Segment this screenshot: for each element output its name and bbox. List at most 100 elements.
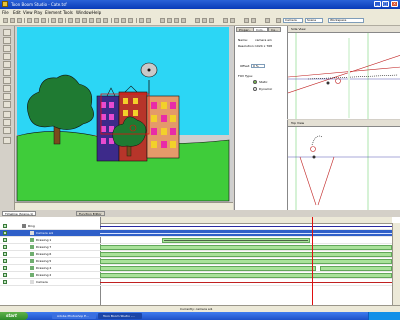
text-tool-icon[interactable] (3, 69, 11, 76)
menu-play[interactable]: Play (34, 10, 42, 15)
menu-window[interactable]: Window (76, 10, 92, 15)
visibility-checkbox[interactable] (3, 280, 7, 284)
safe-area-icon[interactable] (230, 18, 235, 23)
menu-file[interactable]: File (2, 10, 9, 15)
exposure-row-drawing-7[interactable] (100, 244, 392, 251)
visibility-checkbox[interactable] (3, 238, 7, 242)
layer-row[interactable]: Camera (0, 279, 100, 286)
scene-dropdown[interactable]: Scene (305, 18, 323, 23)
hand-tool-icon[interactable] (3, 93, 11, 100)
layer-row[interactable]: Drawing 5 (0, 258, 100, 265)
layer-row[interactable]: Drawing 1 (0, 237, 100, 244)
exposure-row-drawing-5[interactable] (100, 258, 392, 265)
drawing-exposure-block[interactable] (100, 273, 392, 278)
scene-planning-mode-icon[interactable] (146, 18, 151, 23)
sound-icon[interactable] (128, 18, 133, 23)
camera-view-icon[interactable] (160, 18, 165, 23)
layer-row[interactable]: Drawing 2 (0, 272, 100, 279)
new-file-icon[interactable] (3, 18, 8, 23)
tab-colors[interactable]: Colo... (253, 27, 269, 32)
rotate-view-icon[interactable] (244, 18, 249, 23)
exposure-row-camera-selected[interactable] (100, 230, 392, 237)
paint-bucket-icon[interactable] (3, 77, 11, 84)
top-view-icon[interactable] (167, 18, 172, 23)
exposure-row-drawing-1[interactable] (100, 237, 392, 244)
tab-camera[interactable]: Ca... (268, 27, 281, 32)
loop-icon[interactable] (103, 18, 108, 23)
redo-icon[interactable] (58, 18, 63, 23)
undo-icon[interactable] (51, 18, 56, 23)
light-table-icon[interactable] (121, 18, 126, 23)
paste-icon[interactable] (41, 18, 46, 23)
play-icon[interactable] (82, 18, 87, 23)
drawing-mode-icon[interactable] (139, 18, 144, 23)
exposure-row-drawing-6[interactable] (100, 251, 392, 258)
visibility-checkbox[interactable] (3, 231, 7, 235)
copy-icon[interactable] (34, 18, 39, 23)
menu-help[interactable]: Help (92, 10, 101, 15)
select-tool-icon[interactable] (3, 29, 11, 36)
pan-view-icon[interactable] (251, 18, 256, 23)
start-button[interactable]: start (0, 312, 28, 320)
color-swatch-icon[interactable] (3, 137, 11, 144)
tab-timeline[interactable]: Timeline (Scene-1) (2, 211, 37, 216)
fov-static-radio[interactable] (253, 80, 257, 84)
layer-row[interactable]: Drawing 7 (0, 244, 100, 251)
maximize-button[interactable]: □ (382, 1, 389, 7)
visibility-checkbox[interactable] (3, 252, 7, 256)
zoom-in-icon[interactable] (195, 18, 200, 23)
layer-row[interactable]: Ring (0, 223, 100, 230)
ellipse-tool-icon[interactable] (3, 119, 11, 126)
render-icon[interactable] (265, 18, 270, 23)
visibility-checkbox[interactable] (3, 245, 7, 249)
menu-view[interactable]: View (23, 10, 33, 15)
cut-icon[interactable] (27, 18, 32, 23)
tab-function-editor[interactable]: Function Editor (76, 211, 105, 216)
perspective-view-icon[interactable] (181, 18, 186, 23)
layer-row[interactable]: Drawing 4 (0, 265, 100, 272)
timeline-scrollbar[interactable] (392, 223, 400, 305)
layer-row-selected[interactable]: Camera ai1 (0, 230, 100, 237)
line-tool-icon[interactable] (3, 127, 11, 134)
exposure-row-drawing-2[interactable] (100, 272, 392, 279)
exposure-row-ring[interactable] (100, 223, 392, 230)
task-toonboom[interactable]: Toon Boom Studio -... (98, 313, 142, 319)
workspace-dropdown[interactable]: Workspace (328, 18, 364, 23)
contour-editor-icon[interactable] (3, 37, 11, 44)
drawing-exposure-block[interactable] (320, 266, 392, 271)
top-view-panel[interactable]: Top View (287, 120, 400, 210)
next-frame-icon[interactable] (89, 18, 94, 23)
pencil-tool-icon[interactable] (3, 53, 11, 60)
visibility-checkbox[interactable] (3, 273, 7, 277)
drawing-exposure-block[interactable] (100, 245, 392, 250)
dropper-tool-icon[interactable] (3, 85, 11, 92)
previous-frame-icon[interactable] (75, 18, 80, 23)
save-file-icon[interactable] (17, 18, 22, 23)
tab-properties[interactable]: Proper... (236, 27, 255, 32)
menu-edit[interactable]: Edit (13, 10, 21, 15)
eraser-tool-icon[interactable] (3, 61, 11, 68)
task-photoshop[interactable]: Adobe Photoshop E... (52, 313, 96, 319)
playhead[interactable] (312, 217, 313, 305)
close-button[interactable]: × (391, 1, 398, 7)
camera-dropdown-icon[interactable] (276, 18, 281, 23)
drawing-exposure-block[interactable] (100, 252, 392, 257)
side-view-panel[interactable]: Side View (287, 26, 400, 119)
exposure-row-drawing-4[interactable] (100, 265, 392, 272)
last-frame-icon[interactable] (96, 18, 101, 23)
drawing-exposure-block[interactable] (100, 259, 392, 264)
camera-dropdown[interactable]: Camera (283, 18, 303, 23)
grid-icon[interactable] (223, 18, 228, 23)
zoom-tool-icon[interactable] (3, 101, 11, 108)
fov-dynamic-radio[interactable] (253, 87, 257, 91)
visibility-checkbox[interactable] (3, 266, 7, 270)
minimize-button[interactable]: _ (374, 1, 381, 7)
visibility-checkbox[interactable] (3, 224, 7, 228)
camera-view[interactable] (15, 26, 233, 210)
visibility-checkbox[interactable] (3, 259, 7, 263)
layer-row[interactable]: Drawing 6 (0, 251, 100, 258)
menu-tools[interactable]: Tools (63, 10, 73, 15)
drawing-exposure-block[interactable] (100, 266, 316, 271)
exposure-row-camera[interactable] (100, 279, 392, 286)
side-view-icon[interactable] (174, 18, 179, 23)
